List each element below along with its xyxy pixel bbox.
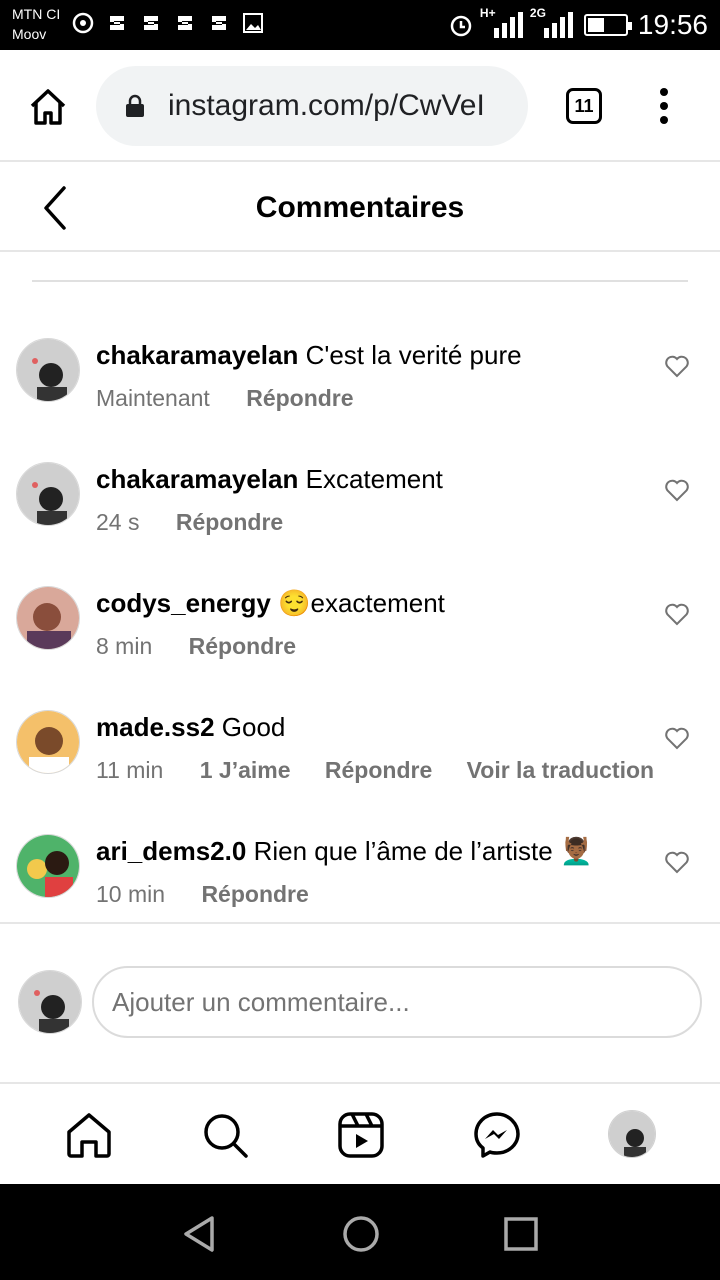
avatar[interactable]: [16, 586, 80, 650]
back-icon[interactable]: [180, 1214, 220, 1254]
avatar: [18, 970, 82, 1034]
battery-icon: [583, 14, 632, 36]
messenger-icon[interactable]: [472, 1110, 522, 1160]
image-icon: [242, 12, 264, 34]
carrier-labels: MTN CI Moov: [12, 4, 60, 44]
reply-button[interactable]: Répondre: [176, 509, 283, 535]
home-circle-icon[interactable]: [341, 1214, 381, 1254]
comment-item: codys_energy 😌exactement 8 min Répondre: [0, 586, 720, 686]
comment-meta: 10 min Répondre: [96, 880, 337, 908]
comment-username[interactable]: made.ss2: [96, 712, 215, 742]
bottom-navigation: [0, 1086, 720, 1184]
signal-2-icon: 2G: [530, 6, 574, 40]
network-type-2: 2G: [529, 6, 546, 20]
hotspot-icon: [72, 12, 94, 34]
reply-button[interactable]: Répondre: [246, 385, 353, 411]
tabs-button[interactable]: 11: [566, 88, 602, 124]
app-notification-icon: [174, 12, 196, 34]
comment-meta: Maintenant Répondre: [96, 384, 382, 412]
page-title: Commentaires: [255, 191, 465, 224]
comment-text: 😌exactement: [278, 588, 445, 618]
signal-1-icon: H+: [480, 6, 524, 40]
reply-button[interactable]: Répondre: [189, 633, 296, 659]
comment-text-line: made.ss2 Good: [96, 710, 640, 744]
status-right: H+ 2G 19:56: [448, 6, 708, 42]
comment-item: ari_dems2.0 Rien que l’âme de l’artiste …: [0, 834, 720, 934]
comment-text-line: codys_energy 😌exactement: [96, 586, 640, 620]
home-icon[interactable]: [64, 1110, 114, 1160]
heart-icon[interactable]: [664, 850, 690, 874]
comment-meta: 24 s Répondre: [96, 508, 311, 536]
avatar[interactable]: [16, 338, 80, 402]
comment-text: Excatement: [305, 464, 443, 494]
notification-icons: [72, 12, 264, 34]
reply-button[interactable]: Répondre: [201, 881, 308, 907]
comment-time: 11 min: [96, 757, 164, 783]
comment-text-line: chakaramayelan C'est la verité pure: [96, 338, 640, 372]
app-notification-icon: [106, 12, 128, 34]
home-icon[interactable]: [26, 85, 70, 129]
comment-item: chakaramayelan Excatement 24 s Répondre: [0, 462, 720, 562]
comment-time: 10 min: [96, 881, 166, 907]
carrier-2: Moov: [12, 26, 47, 42]
profile-avatar[interactable]: [608, 1110, 656, 1158]
heart-icon[interactable]: [664, 478, 690, 502]
heart-icon[interactable]: [664, 726, 690, 750]
comment-username[interactable]: chakaramayelan: [96, 340, 298, 370]
comment-text: Rien que l’âme de l’artiste 💆🏾‍♂️: [253, 836, 593, 866]
url-text[interactable]: instagram.com/p/CwVeI: [168, 88, 512, 124]
carrier-1: MTN CI: [12, 6, 61, 22]
comment-item: chakaramayelan C'est la verité pure Main…: [0, 338, 720, 438]
comment-text: Good: [221, 712, 286, 742]
alarm-icon: [450, 15, 472, 37]
comment-time: 24 s: [96, 509, 140, 535]
comment-time: Maintenant: [96, 385, 210, 411]
divider: [32, 280, 688, 282]
comment-text: C'est la verité pure: [305, 340, 522, 370]
comment-meta: 11 min 1 J’aime Répondre Voir la traduct…: [96, 756, 682, 784]
comment-time: 8 min: [96, 633, 153, 659]
clock: 19:56: [637, 9, 708, 40]
search-icon[interactable]: [200, 1110, 250, 1160]
avatar[interactable]: [16, 462, 80, 526]
comment-input[interactable]: [92, 966, 702, 1038]
network-type-1: H+: [479, 6, 496, 20]
system-navigation-bar: [0, 1184, 720, 1280]
comment-text-line: ari_dems2.0 Rien que l’âme de l’artiste …: [96, 834, 640, 868]
comment-username[interactable]: ari_dems2.0: [96, 836, 246, 866]
likes-count[interactable]: 1 J’aime: [200, 757, 291, 783]
lock-icon: [126, 94, 144, 117]
recents-icon[interactable]: [501, 1214, 541, 1254]
address-bar[interactable]: instagram.com/p/CwVeI: [96, 66, 528, 146]
heart-icon[interactable]: [664, 602, 690, 626]
comment-composer: [0, 922, 720, 1084]
translate-button[interactable]: Voir la traduction: [467, 757, 654, 783]
comment-username[interactable]: codys_energy: [96, 588, 271, 618]
app-notification-icon: [140, 12, 162, 34]
browser-toolbar: instagram.com/p/CwVeI 11: [0, 50, 720, 162]
comment-meta: 8 min Répondre: [96, 632, 324, 660]
reels-icon[interactable]: [336, 1110, 386, 1160]
comment-text-line: chakaramayelan Excatement: [96, 462, 640, 496]
comment-username[interactable]: chakaramayelan: [96, 464, 298, 494]
comments-header: Commentaires: [0, 164, 720, 252]
menu-icon[interactable]: [652, 86, 676, 126]
comment-item: made.ss2 Good 11 min 1 J’aime Répondre V…: [0, 710, 720, 810]
status-bar: MTN CI Moov H+ 2G 19:56: [0, 0, 720, 50]
reply-button[interactable]: Répondre: [325, 757, 432, 783]
heart-icon[interactable]: [664, 354, 690, 378]
avatar[interactable]: [16, 834, 80, 898]
app-notification-icon: [208, 12, 230, 34]
avatar[interactable]: [16, 710, 80, 774]
